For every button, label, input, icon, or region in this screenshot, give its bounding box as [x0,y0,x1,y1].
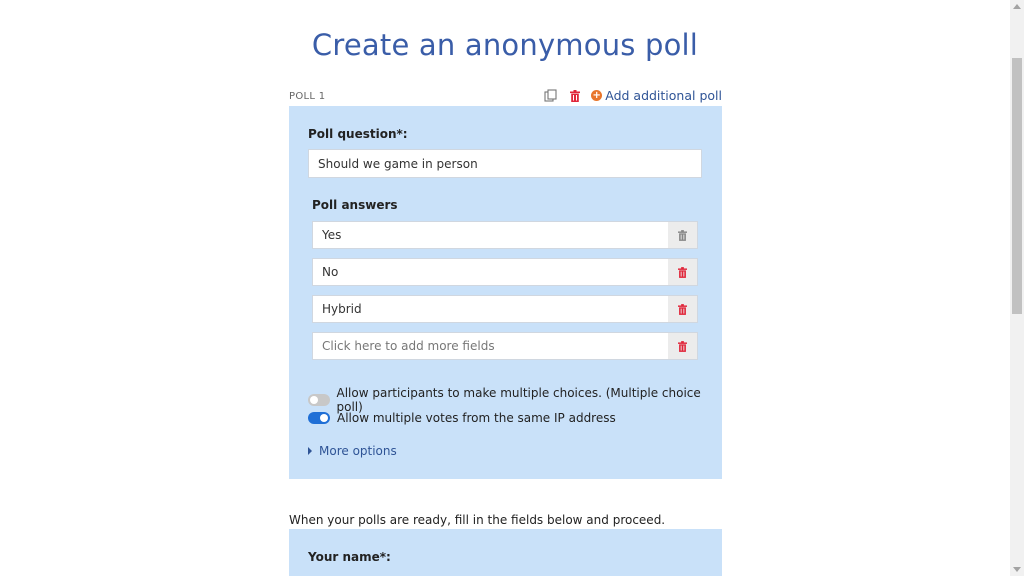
multiple-choice-option: Allow participants to make multiple choi… [308,386,722,414]
multiple-choice-label: Allow participants to make multiple choi… [336,386,701,414]
trash-icon [678,340,687,352]
scroll-down-icon[interactable] [1013,567,1021,572]
answer-input-1[interactable]: Yes [312,221,669,249]
question-label: Poll question*: [308,127,408,141]
add-poll-label: Add additional poll [605,88,722,103]
plus-circle-icon: + [591,90,603,101]
answer-input-add[interactable]: Click here to add more fields [312,332,669,360]
poll-actions: + Add additional poll [543,88,722,103]
instructions-text: When your polls are ready, fill in the f… [289,513,666,527]
scrollbar[interactable] [1010,0,1024,576]
scroll-up-icon[interactable] [1013,4,1021,9]
poll-panel: Poll question*: Should we game in person… [289,106,722,479]
add-poll-button[interactable]: + Add additional poll [591,88,722,103]
more-options-label: More options [319,444,397,458]
trash-icon [678,229,687,241]
trash-icon [678,266,687,278]
answer-input-3[interactable]: Hybrid [312,295,669,323]
delete-answer-button-3[interactable] [668,295,698,323]
more-options-toggle[interactable]: More options [308,444,397,458]
delete-answer-button-2[interactable] [668,258,698,286]
copy-icon[interactable] [543,89,557,103]
name-label: Your name*: [308,550,391,564]
caret-right-icon [308,447,312,455]
multiple-votes-label: Allow multiple votes from the same IP ad… [337,411,616,425]
page-title: Create an anonymous poll [311,28,699,62]
answers-label: Poll answers [312,198,398,212]
name-panel: Your name*: [289,529,722,576]
multiple-choice-toggle[interactable] [308,394,330,406]
delete-answer-button-4[interactable] [668,332,698,360]
scrollbar-thumb[interactable] [1012,58,1022,314]
poll-header: POLL 1 + Add additional poll [289,88,722,106]
delete-answer-button-1[interactable] [668,221,698,249]
poll-label: POLL 1 [289,91,326,102]
multiple-votes-toggle[interactable] [308,412,330,424]
delete-poll-icon[interactable] [569,89,581,103]
answer-input-2[interactable]: No [312,258,669,286]
multiple-votes-option: Allow multiple votes from the same IP ad… [308,411,616,425]
trash-icon [678,303,687,315]
question-input[interactable]: Should we game in person [308,149,702,178]
